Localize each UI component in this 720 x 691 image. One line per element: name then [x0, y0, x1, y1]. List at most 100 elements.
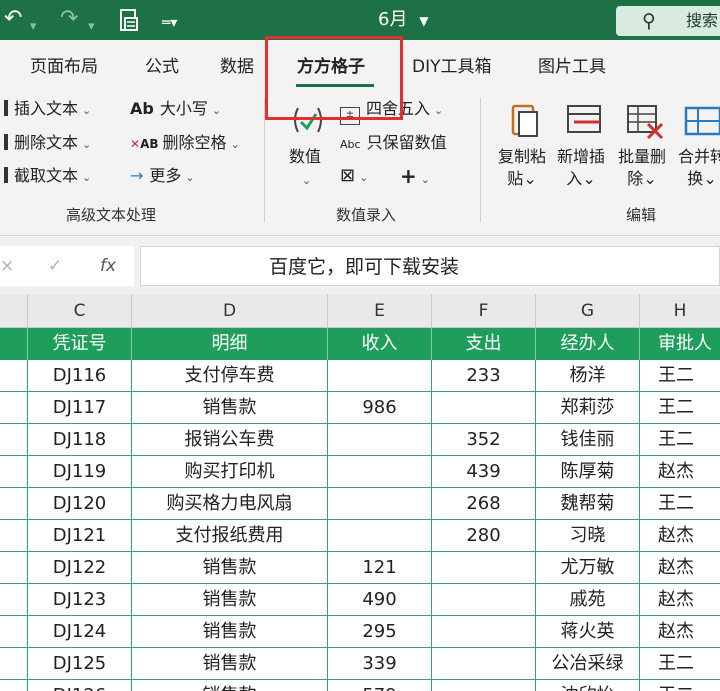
cell-approver[interactable]: 赵杰 — [640, 616, 720, 647]
cell-detail[interactable]: 销售款 — [132, 584, 328, 615]
search-box[interactable]: ⚲ 搜索 — [616, 6, 720, 36]
insert-new-button[interactable]: 新增插 入⌄ — [557, 146, 605, 190]
cell-handler[interactable]: 蒋火英 — [536, 616, 640, 647]
tab-page-layout[interactable]: 页面布局 — [30, 54, 98, 80]
column-header-e[interactable]: E — [328, 294, 432, 328]
header-cell-voucher[interactable]: 凭证号 — [28, 328, 132, 360]
cell-approver[interactable]: 王二 — [640, 488, 720, 519]
cell-expense[interactable]: 280 — [432, 520, 536, 551]
cell-expense[interactable] — [432, 584, 536, 615]
cell-handler[interactable]: 郑莉莎 — [536, 392, 640, 423]
row-header-cell[interactable] — [0, 488, 28, 519]
copy-paste-button[interactable]: 复制粘 贴⌄ — [498, 146, 546, 190]
value-button[interactable]: 数值 — [289, 146, 321, 168]
redo-dropdown-icon[interactable]: ▾ — [88, 12, 95, 42]
header-cell-handler[interactable]: 经办人 — [536, 328, 640, 360]
row-header-cell[interactable] — [0, 680, 28, 691]
cell-approver[interactable]: 王二 — [640, 680, 720, 691]
cell-expense[interactable] — [432, 616, 536, 647]
row-header-cell[interactable] — [0, 616, 28, 647]
cell-voucher[interactable]: DJ120 — [28, 488, 132, 519]
cell-expense[interactable] — [432, 648, 536, 679]
cell-income[interactable] — [328, 520, 432, 551]
change-case-button[interactable]: Ab 大小写 ⌄ — [130, 98, 221, 122]
extract-text-button[interactable]: 截取文本 ⌄ — [4, 165, 91, 189]
cell-expense[interactable]: 439 — [432, 456, 536, 487]
document-title[interactable]: 6月 ▼ — [378, 6, 428, 35]
cell-detail[interactable]: 销售款 — [132, 552, 328, 583]
cell-voucher[interactable]: DJ125 — [28, 648, 132, 679]
delete-text-button[interactable]: 删除文本 ⌄ — [4, 132, 91, 156]
cell-handler[interactable]: 杨洋 — [536, 360, 640, 391]
redo-icon[interactable]: ↷ — [60, 4, 78, 34]
column-header-h[interactable]: H — [640, 294, 720, 328]
cancel-icon[interactable]: × — [0, 254, 14, 278]
cell-handler[interactable]: 陈厚菊 — [536, 456, 640, 487]
customize-toolbar-icon[interactable]: ═▾ — [162, 8, 177, 38]
cell-voucher[interactable]: DJ123 — [28, 584, 132, 615]
cell-approver[interactable]: 赵杰 — [640, 456, 720, 487]
confirm-icon[interactable]: ✓ — [48, 254, 62, 278]
cell-handler[interactable]: 习晓 — [536, 520, 640, 551]
column-header-g[interactable]: G — [536, 294, 640, 328]
cell-expense[interactable] — [432, 680, 536, 691]
cell-approver[interactable]: 王二 — [640, 360, 720, 391]
value-dropdown-icon[interactable]: ⌄ — [302, 170, 311, 192]
cell-detail[interactable]: 支付报纸费用 — [132, 520, 328, 551]
cell-detail[interactable]: 报销公车费 — [132, 424, 328, 455]
cell-income[interactable] — [328, 488, 432, 519]
cell-detail[interactable]: 销售款 — [132, 616, 328, 647]
row-header-cell[interactable] — [0, 360, 28, 391]
cell-expense[interactable]: 352 — [432, 424, 536, 455]
cell-detail[interactable]: 销售款 — [132, 648, 328, 679]
row-header-cell[interactable] — [0, 456, 28, 487]
insert-function-icon[interactable]: fx — [100, 254, 116, 278]
more-button[interactable]: → 更多 ⌄ — [130, 165, 195, 189]
cell-handler[interactable]: 公冶采绿 — [536, 648, 640, 679]
cell-detail[interactable]: 支付停车费 — [132, 360, 328, 391]
merge-convert-button[interactable]: 合并转 换⌄ — [678, 146, 720, 190]
formula-input[interactable]: 百度它，即可下载安装 — [140, 246, 720, 286]
cell-voucher[interactable]: DJ116 — [28, 360, 132, 391]
cell-expense[interactable]: 268 — [432, 488, 536, 519]
cell-income[interactable]: 579 — [328, 680, 432, 691]
cell-income[interactable] — [328, 360, 432, 391]
header-cell-approver[interactable]: 审批人 — [640, 328, 720, 360]
column-header-f[interactable]: F — [432, 294, 536, 328]
header-cell-income[interactable]: 收入 — [328, 328, 432, 360]
cell-income[interactable]: 986 — [328, 392, 432, 423]
row-header-cell[interactable] — [0, 424, 28, 455]
insert-text-button[interactable]: 插入文本 ⌄ — [4, 98, 91, 122]
cell-handler[interactable]: 戚苑 — [536, 584, 640, 615]
cell-income[interactable]: 121 — [328, 552, 432, 583]
tab-formulas[interactable]: 公式 — [145, 54, 179, 80]
row-header-cell[interactable] — [0, 552, 28, 583]
header-cell-expense[interactable]: 支出 — [432, 328, 536, 360]
cell-voucher[interactable]: DJ118 — [28, 424, 132, 455]
cell-expense[interactable]: 233 — [432, 360, 536, 391]
undo-dropdown-icon[interactable]: ▾ — [30, 12, 37, 42]
cell-approver[interactable]: 王二 — [640, 424, 720, 455]
column-header-d[interactable]: D — [132, 294, 328, 328]
cell-income[interactable] — [328, 456, 432, 487]
header-cell-stub[interactable] — [0, 328, 28, 360]
cell-approver[interactable]: 王二 — [640, 648, 720, 679]
cell-detail[interactable]: 购买打印机 — [132, 456, 328, 487]
cell-income[interactable]: 295 — [328, 616, 432, 647]
cell-expense[interactable] — [432, 392, 536, 423]
add-button[interactable]: + ⌄ — [400, 165, 430, 191]
cell-approver[interactable]: 赵杰 — [640, 520, 720, 551]
cell-detail[interactable]: 销售款 — [132, 392, 328, 423]
cell-approver[interactable]: 赵杰 — [640, 552, 720, 583]
edit-cells-button[interactable]: ⊠ ⌄ — [340, 165, 368, 189]
tab-data[interactable]: 数据 — [220, 54, 254, 80]
row-header-cell[interactable] — [0, 584, 28, 615]
header-cell-detail[interactable]: 明细 — [132, 328, 328, 360]
column-header-c[interactable]: C — [28, 294, 132, 328]
cell-approver[interactable]: 赵杰 — [640, 584, 720, 615]
cell-voucher[interactable]: DJ121 — [28, 520, 132, 551]
row-header-corner[interactable] — [0, 294, 28, 328]
cell-voucher[interactable]: DJ126 — [28, 680, 132, 691]
cell-approver[interactable]: 王二 — [640, 392, 720, 423]
keep-value-button[interactable]: Abc 只保留数值 — [340, 132, 447, 156]
